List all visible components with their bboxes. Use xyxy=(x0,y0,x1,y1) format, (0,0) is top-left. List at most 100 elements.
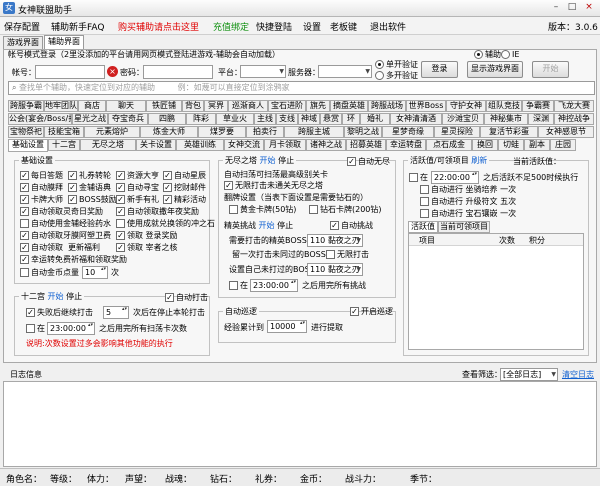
func-tab[interactable]: 争霸赛 xyxy=(522,100,554,112)
ie-radio[interactable] xyxy=(501,50,510,59)
menu-recharge[interactable]: 充值绑定 xyxy=(213,20,249,33)
close-button[interactable]: × xyxy=(582,2,596,14)
menu-buy[interactable]: 购买辅助请点击这里 xyxy=(118,20,199,33)
checkbox[interactable] xyxy=(309,205,318,214)
func-tab[interactable]: 星光之战 xyxy=(72,113,108,125)
exp-input[interactable]: 10000 xyxy=(267,320,307,333)
activity-time-input[interactable]: 22:00:00 xyxy=(431,171,479,184)
func-tab[interactable]: 点石成金 xyxy=(426,139,472,151)
func-tab[interactable]: 飞龙大赛 xyxy=(554,100,594,112)
need-boss-select[interactable]: 110 黏夜之刃 xyxy=(307,234,363,247)
func-tab[interactable]: 庄园 xyxy=(550,139,576,151)
func-tab[interactable]: 冥界 xyxy=(204,100,228,112)
func-tab[interactable]: 悬赏 xyxy=(320,113,342,125)
checkbox[interactable]: ✓ xyxy=(20,195,29,204)
func-tab[interactable]: 摘盘英雄 xyxy=(330,100,368,112)
func-tab[interactable]: 草业火 xyxy=(216,113,254,125)
func-tab[interactable]: 月卡领取 xyxy=(264,139,306,151)
account-input[interactable] xyxy=(35,65,105,79)
checkbox[interactable]: ✓ xyxy=(68,171,77,180)
func-tab[interactable]: 阵彩 xyxy=(186,113,216,125)
refresh-link[interactable]: 刷新 xyxy=(471,156,487,165)
menu-save-config[interactable]: 保存配置 xyxy=(4,20,40,33)
func-tab[interactable]: 诸神之战 xyxy=(306,139,346,151)
func-tab[interactable]: 支线 xyxy=(276,113,298,125)
checkbox[interactable] xyxy=(26,324,35,333)
func-tab[interactable]: 黎明之战 xyxy=(344,126,382,138)
tower-time-input[interactable]: 23:00:00 xyxy=(250,279,298,292)
func-tab[interactable]: 炼金大师 xyxy=(140,126,198,138)
func-tab-active[interactable]: 基础设置 xyxy=(8,139,48,152)
checkbox[interactable]: ✓ xyxy=(20,255,29,264)
checkbox[interactable]: ✓ xyxy=(20,171,29,180)
func-tab[interactable]: 商店 xyxy=(78,100,106,112)
checkbox[interactable] xyxy=(420,209,429,218)
checkbox[interactable] xyxy=(229,205,238,214)
subtab-claimable[interactable]: 当前可领项目 xyxy=(438,221,490,233)
assist-radio[interactable] xyxy=(474,50,483,59)
checkbox[interactable] xyxy=(420,197,429,206)
func-tab[interactable]: 环 xyxy=(342,113,360,125)
checkbox[interactable]: ✓ xyxy=(68,183,77,192)
activity-list[interactable]: 项目 次数 积分 xyxy=(408,233,584,350)
func-tab[interactable]: 巡渐商人 xyxy=(228,100,268,112)
zodiac-time-input[interactable]: 23:00:00 xyxy=(47,322,95,335)
func-tab[interactable]: 关卡设置 xyxy=(136,139,176,151)
log-panel[interactable] xyxy=(3,381,597,467)
func-tab[interactable]: 换回 xyxy=(472,139,498,151)
func-tab[interactable]: 主线 xyxy=(254,113,276,125)
func-tab[interactable]: 聊天 xyxy=(106,100,146,112)
func-tab[interactable]: 深渊 xyxy=(528,113,554,125)
func-tab[interactable]: 宝物祭祀 xyxy=(8,126,44,138)
login-button[interactable]: 登录 xyxy=(421,61,458,78)
checkbox[interactable]: ✓ xyxy=(20,243,29,252)
checkbox[interactable] xyxy=(20,268,29,277)
func-tab[interactable]: 女神交流 xyxy=(224,139,264,151)
multi-verify-radio[interactable] xyxy=(375,71,384,80)
func-tab[interactable]: 铁匠铺 xyxy=(146,100,182,112)
func-tab[interactable]: 切蛙 xyxy=(498,139,524,151)
checkbox[interactable]: ✓ xyxy=(165,293,174,302)
set-boss-select[interactable]: 110 黏夜之刃 xyxy=(307,263,363,276)
func-tab[interactable]: 跨服争霸 xyxy=(8,100,44,112)
func-tab[interactable]: 星灵探险 xyxy=(434,126,480,138)
func-tab[interactable]: 宝石进阶 xyxy=(268,100,306,112)
tab-game[interactable]: 游戏界面 xyxy=(3,36,43,49)
checkbox[interactable] xyxy=(229,281,238,290)
func-tab[interactable]: 沙滩宝贝 xyxy=(442,113,484,125)
checkbox[interactable]: ✓ xyxy=(224,181,233,190)
menu-settings[interactable]: 设置 xyxy=(303,20,321,33)
search-input[interactable]: ⌕ 查找单个辅助，快速定位到对应的辅助 例：如蔑可以直接定位到涂鸦家 xyxy=(8,81,595,95)
tab-assist[interactable]: 辅助界面 xyxy=(44,35,84,49)
minimize-button[interactable]: – xyxy=(549,2,563,14)
platform-select[interactable] xyxy=(240,65,286,78)
func-tab[interactable]: 星梦奇缘 xyxy=(382,126,434,138)
func-tab[interactable]: 组队竞技 xyxy=(486,100,522,112)
func-tab[interactable]: 十二宫 xyxy=(48,139,80,151)
show-game-button[interactable]: 显示游戏界面 xyxy=(467,61,523,78)
func-tab[interactable]: 四鹏 xyxy=(148,113,186,125)
func-tab[interactable]: 副本 xyxy=(524,139,550,151)
checkbox[interactable]: ✓ xyxy=(20,207,29,216)
func-tab[interactable]: 复活节彩蛋 xyxy=(480,126,538,138)
menu-quick-login[interactable]: 快捷登陆 xyxy=(256,20,292,33)
func-tab[interactable]: 公会(宴会/Boss/捐献) xyxy=(8,113,72,125)
tower-start-link[interactable]: 开始 xyxy=(260,156,276,165)
checkbox[interactable]: ✓ xyxy=(347,157,356,166)
elite-stop-link[interactable]: 停止 xyxy=(277,221,293,230)
checkbox[interactable]: ✓ xyxy=(163,195,172,204)
checkbox[interactable]: ✓ xyxy=(350,307,359,316)
func-tab[interactable]: 跨服战场 xyxy=(368,100,406,112)
server-select[interactable] xyxy=(318,65,372,78)
checkbox[interactable] xyxy=(20,219,29,228)
func-tab[interactable]: 神控战争 xyxy=(554,113,594,125)
func-tab[interactable]: 跨服主城 xyxy=(284,126,344,138)
func-tab[interactable]: 招募英雄 xyxy=(346,139,386,151)
func-tab[interactable]: 背包 xyxy=(182,100,204,112)
func-tab[interactable]: 地牢团队 xyxy=(44,100,78,112)
col-count[interactable]: 次数 xyxy=(499,236,515,246)
checkbox[interactable]: ✓ xyxy=(68,195,77,204)
log-filter-select[interactable]: [全部日志] xyxy=(500,368,558,381)
menu-faq[interactable]: 辅助新手FAQ xyxy=(51,20,104,33)
checkbox[interactable]: ✓ xyxy=(116,231,125,240)
